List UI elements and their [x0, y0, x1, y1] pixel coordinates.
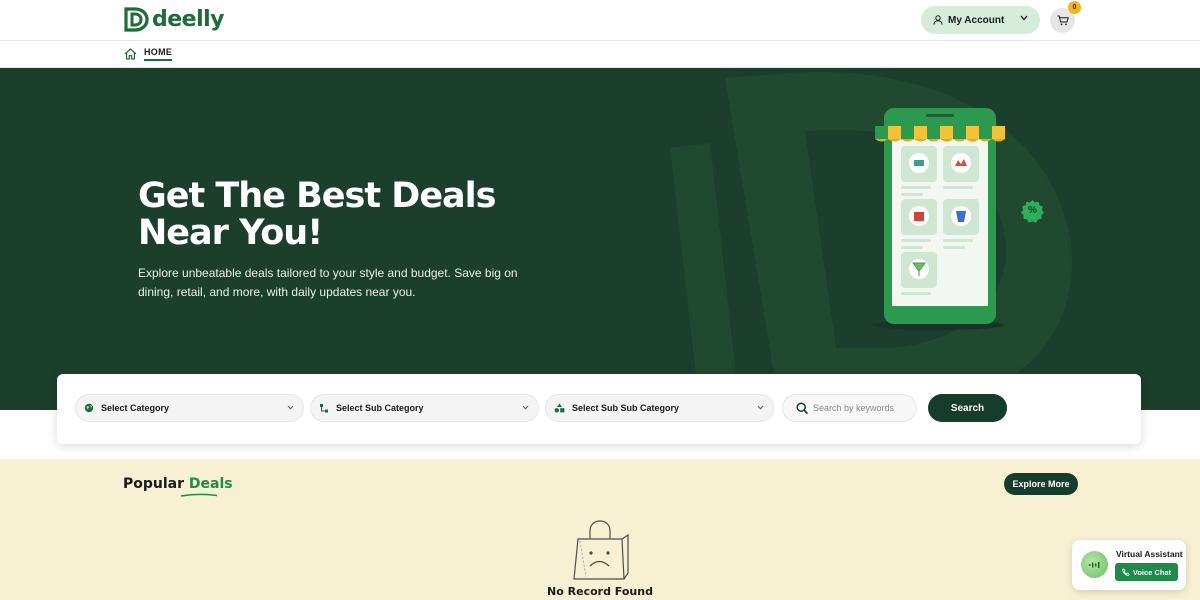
category-select[interactable]: Select Category — [75, 394, 304, 422]
sound-wave-icon — [1088, 561, 1099, 568]
voice-chat-button[interactable]: Voice Chat — [1115, 563, 1178, 581]
phone-icon — [1121, 568, 1130, 576]
breadcrumb-home-link[interactable]: HOME — [144, 47, 173, 61]
logo-watermark — [670, 71, 1072, 410]
popular-deals-title: Popular Deals — [123, 476, 233, 492]
search-filter-card: Select Category Select Sub Category Sele… — [57, 374, 1141, 444]
breadcrumb-bar: HOME — [0, 41, 1200, 68]
hero-banner: Get The Best Deals Near You! Explore unb… — [0, 68, 1200, 410]
popular-deals-title-prefix: Popular — [123, 476, 185, 492]
explore-more-button[interactable]: Explore More — [1004, 473, 1078, 495]
phone-illustration — [872, 108, 1005, 330]
sad-shopping-bag-icon — [573, 520, 629, 580]
top-navbar: deelly My Account 0 — [0, 0, 1200, 41]
chevron-down-icon — [757, 405, 764, 410]
cart-icon — [1057, 15, 1069, 26]
deelly-logo-icon — [124, 7, 149, 32]
title-underline-swoosh — [180, 493, 218, 497]
no-record-message: No Record Found — [547, 585, 653, 598]
sub-category-select-label: Select Sub Category — [336, 403, 424, 413]
popular-deals-title-highlight: Deals — [188, 476, 233, 492]
percent-badge-label: % — [1028, 205, 1037, 216]
cart-button[interactable]: 0 — [1050, 1, 1081, 33]
hero-title: Get The Best Deals Near You! — [138, 176, 497, 253]
hero-subtitle: Explore unbeatable deals tailored to you… — [138, 266, 518, 299]
sub-sub-category-select-label: Select Sub Sub Category — [572, 403, 680, 413]
discount-badge: % — [1020, 199, 1045, 224]
brand-name: deelly — [152, 7, 225, 32]
chevron-down-icon — [1020, 15, 1028, 21]
sub-sub-category-select[interactable]: Select Sub Sub Category — [545, 394, 774, 422]
voice-chat-label: Voice Chat — [1132, 567, 1172, 577]
search-icon — [796, 402, 808, 414]
sub-category-icon — [320, 403, 328, 412]
category-select-label: Select Category — [101, 403, 170, 413]
cart-count-badge: 0 — [1068, 1, 1081, 14]
assistant-avatar — [1081, 551, 1108, 578]
chevron-down-icon — [287, 405, 294, 410]
sub-category-select[interactable]: Select Sub Category — [310, 394, 539, 422]
breadcrumb: HOME — [124, 47, 173, 61]
my-account-label: My Account — [948, 14, 1005, 26]
keyword-search-input[interactable] — [813, 403, 913, 413]
my-account-button[interactable]: My Account — [921, 6, 1040, 34]
home-icon[interactable] — [124, 48, 137, 60]
assistant-title: Virtual Assistant — [1116, 549, 1183, 559]
user-icon — [933, 15, 943, 25]
virtual-assistant-widget[interactable]: Virtual Assistant Voice Chat — [1072, 540, 1186, 590]
keyword-search-field[interactable] — [782, 394, 917, 422]
search-button[interactable]: Search — [928, 394, 1007, 422]
chevron-down-icon — [522, 405, 529, 410]
brand-logo[interactable]: deelly — [124, 7, 225, 32]
popular-deals-section: Popular Deals Explore More No Record Fou… — [0, 459, 1200, 600]
globe-icon — [84, 403, 94, 413]
shapes-icon — [554, 403, 565, 413]
